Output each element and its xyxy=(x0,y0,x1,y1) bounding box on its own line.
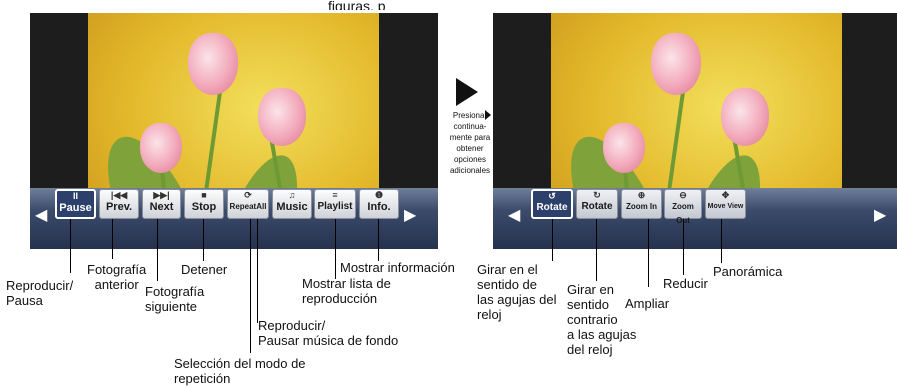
label-repeat: Selección del modo de repetición xyxy=(174,356,306,386)
zoom-out-icon: ⊖ xyxy=(679,190,687,200)
left-arrow-icon[interactable]: ◀ xyxy=(508,205,520,225)
label-rotate-ccw: Girar en sentido contrario a las agujas de… xyxy=(567,282,637,357)
label-move-view: Panorámica xyxy=(713,264,783,279)
right-arrow-icon[interactable]: ▶ xyxy=(874,205,886,225)
callout-line xyxy=(112,219,113,259)
middle-note: Presionar continua-mente para obtener opci… xyxy=(449,111,491,175)
label-zoom-out: Reducir xyxy=(663,276,708,291)
callout-line xyxy=(552,219,553,261)
stop-button[interactable]: ■ Stop xyxy=(184,189,224,219)
callout-line xyxy=(596,219,597,281)
repeat-all-button[interactable]: ⟳ RepeatAll xyxy=(227,189,269,219)
rotate-cw-icon: ↺ xyxy=(548,191,556,201)
music-note-icon: ♫ xyxy=(288,190,296,200)
playlist-button[interactable]: ≡ Playlist xyxy=(314,189,356,219)
label-zoom-in: Ampliar xyxy=(625,296,670,311)
info-icon: ❶ xyxy=(374,190,384,200)
callout-line xyxy=(257,219,258,323)
callout-line xyxy=(203,219,204,261)
pause-icon: II xyxy=(72,191,78,201)
page-caption-fragment: figuras, p xyxy=(328,0,386,10)
rotate-ccw-icon: ↻ xyxy=(593,190,601,200)
label-stop: Detener xyxy=(181,262,228,277)
rotate-cw-button[interactable]: ↺ Rotate xyxy=(531,189,573,219)
prev-button[interactable]: |◀◀ Prev. xyxy=(99,189,139,219)
rotate-ccw-button[interactable]: ↻ Rotate xyxy=(576,189,618,219)
callout-line xyxy=(683,219,684,275)
label-prev-photo: Fotografía anterior xyxy=(87,262,147,292)
callout-line xyxy=(721,219,722,263)
next-arrow-icon xyxy=(456,78,478,106)
label-music: Reproducir/Pausar música de fondo xyxy=(258,318,399,348)
stop-icon: ■ xyxy=(201,190,207,200)
pause-button[interactable]: II Pause xyxy=(55,189,96,219)
label-play-pause: Reproducir/Pausa xyxy=(6,278,74,308)
right-arrow-icon[interactable]: ▶ xyxy=(404,205,416,225)
label-next-photo: Fotografía siguiente xyxy=(145,284,205,314)
callout-line xyxy=(70,219,71,273)
previous-icon: |◀◀ xyxy=(110,190,128,200)
move-view-button[interactable]: ✥ Move View xyxy=(705,189,746,219)
zoom-in-button[interactable]: ⊕ Zoom In xyxy=(621,189,662,219)
label-info: Mostrar información xyxy=(340,260,455,275)
callout-line xyxy=(335,219,336,279)
next-button[interactable]: ▶▶| Next xyxy=(142,189,181,219)
callout-line xyxy=(250,219,251,353)
info-button[interactable]: ❶ Info. xyxy=(359,189,399,219)
move-view-icon: ✥ xyxy=(721,190,730,200)
callout-line xyxy=(157,219,158,281)
music-button[interactable]: ♫ Music xyxy=(272,189,312,219)
zoom-out-button[interactable]: ⊖ Zoom Out xyxy=(664,189,702,225)
callout-line xyxy=(378,219,379,261)
repeat-icon: ⟳ xyxy=(244,190,252,200)
callout-line xyxy=(648,219,649,287)
left-arrow-icon[interactable]: ◀ xyxy=(35,205,47,225)
label-playlist: Mostrar lista de reproducción xyxy=(302,276,391,306)
zoom-in-icon: ⊕ xyxy=(637,190,646,200)
playlist-icon: ≡ xyxy=(332,190,338,200)
next-icon: ▶▶| xyxy=(153,190,170,200)
label-rotate-cw: Girar en el sentido de las agujas del relo… xyxy=(477,262,557,322)
